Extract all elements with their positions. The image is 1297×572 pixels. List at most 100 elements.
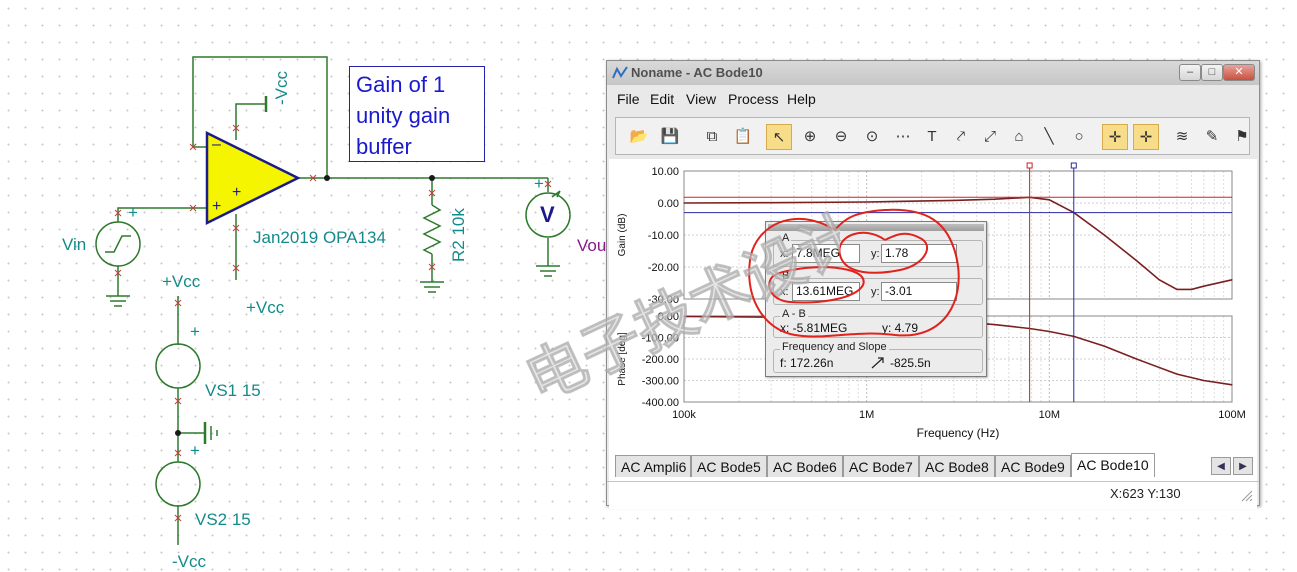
probe-icon: ✎ (1205, 128, 1219, 145)
marker-icon: ⤤ (956, 128, 966, 145)
text-icon-button[interactable]: T (919, 124, 945, 150)
opamp-plus-sign: + (212, 198, 222, 215)
gain-data-point (1103, 234, 1105, 236)
save-icon-button[interactable]: 💾 (657, 124, 683, 150)
cursor-b-icon: ✛ (1139, 129, 1153, 146)
phase-y-tick-label: -100.00 (642, 333, 679, 345)
tab-ac-bode6[interactable]: AC Bode6 (767, 455, 843, 477)
opamp-label: Jan2019 OPA134 (253, 228, 386, 247)
phase-y-tick-label: -300.00 (642, 376, 679, 388)
open-folder-icon-button[interactable]: 📂 (626, 124, 652, 150)
gain-note-line3: buffer (356, 134, 412, 159)
source-label: Vin (62, 235, 87, 254)
pointer-icon: ↖ (772, 129, 786, 146)
menu-file[interactable]: File (617, 91, 640, 107)
paste-icon-button[interactable]: 📋 (730, 124, 756, 150)
tab-ac-ampli6[interactable]: AC Ampli6 (615, 455, 691, 477)
opamp-supply-plus-sign: + (232, 184, 242, 201)
gain-data-point (1135, 260, 1138, 262)
tab-ac-bode5[interactable]: AC Bode5 (691, 455, 767, 477)
resize-grip-icon[interactable] (1241, 490, 1253, 502)
vs1-plus-sign: + (190, 322, 200, 341)
phase-y-tick-label: -200.00 (642, 354, 679, 366)
title-bar[interactable]: Noname - AC Bode10 – □ ✕ (607, 61, 1259, 85)
opamp-minus-sign: – (212, 136, 221, 153)
circle-icon-button[interactable]: ○ (1066, 124, 1092, 150)
gain-data-point (1048, 199, 1050, 201)
cursor-a-handle[interactable] (1026, 162, 1033, 169)
probe-icon-button[interactable]: ✎ (1199, 124, 1225, 150)
minimize-button[interactable]: – (1179, 64, 1201, 81)
grid-icon-button[interactable]: ⋯ (890, 124, 916, 150)
close-button[interactable]: ✕ (1223, 64, 1255, 81)
curves-icon-button[interactable]: ≋ (1169, 124, 1195, 150)
gain-data-point (683, 202, 685, 204)
label-icon-button[interactable]: ⌂ (1006, 124, 1032, 150)
gain-data-point (1203, 285, 1205, 287)
gain-data-point (1190, 288, 1193, 290)
tab-ac-bode10[interactable]: AC Bode10 (1071, 453, 1155, 477)
marker-slope-icon-button[interactable]: ⤢ (977, 124, 1003, 150)
scroll-left-button[interactable]: ◀ (1211, 457, 1231, 475)
marker-slope-icon: ⤢ (983, 128, 996, 145)
menu-help[interactable]: Help (787, 91, 816, 107)
phase-data-point (1048, 330, 1050, 333)
zoom-in-icon-button[interactable]: ⊕ (797, 124, 823, 150)
meter-label: Vout (577, 236, 606, 255)
flag-icon-button[interactable]: ⚑ (1229, 124, 1255, 150)
phase-data-point (1103, 345, 1105, 347)
gain-data-point (1158, 279, 1160, 281)
line-icon-button[interactable]: ╲ (1036, 124, 1062, 150)
gain-data-point (1231, 279, 1233, 281)
tab-ac-bode7[interactable]: AC Bode7 (843, 455, 919, 477)
gain-data-point (1176, 288, 1178, 290)
tab-ac-bode8[interactable]: AC Bode8 (919, 455, 995, 477)
menu-bar: File Edit View Process Help (607, 87, 1259, 109)
phase-y-axis-label: Phase [deg] (617, 332, 628, 386)
cursor-b-icon-button[interactable]: ✛ (1133, 124, 1159, 150)
opamp-vcc-label: +Vcc (246, 298, 285, 317)
status-bar: X:623 Y:130 (607, 481, 1259, 506)
slope-value: -825.5n (890, 356, 931, 370)
curves-icon: ≋ (1175, 128, 1189, 145)
x-tick-label: 100M (1218, 409, 1246, 421)
x-tick-label: 1M (859, 409, 874, 421)
copy-icon-button[interactable]: ⧉ (699, 124, 725, 150)
source-plus-sign: + (128, 203, 138, 222)
vs1-top-label: +Vcc (162, 272, 201, 291)
resistor-label: R2 10k (449, 208, 468, 262)
menu-view[interactable]: View (686, 91, 716, 107)
tab-ac-bode9[interactable]: AC Bode9 (995, 455, 1071, 477)
phase-data-point (683, 315, 685, 318)
gain-note-box: Gain of 1 unity gain buffer (349, 66, 485, 162)
vs2-label: VS2 15 (195, 510, 251, 529)
slope-arrow-icon (871, 357, 884, 369)
phase-y-tick-label: 0.00 (658, 311, 679, 323)
cursor-a-icon: ✛ (1108, 129, 1122, 146)
phase-data-point (993, 324, 995, 326)
maximize-button[interactable]: □ (1201, 64, 1223, 81)
gain-note-line2: unity gain (356, 103, 451, 128)
grid-icon: ⋯ (895, 128, 911, 145)
phase-data-point (1203, 379, 1205, 382)
x-axis-label: Frequency (Hz) (917, 426, 1000, 440)
cursor-b-handle[interactable] (1070, 162, 1077, 169)
gain-note-line1: Gain of 1 (356, 72, 446, 97)
zoom-out-icon-button[interactable]: ⊖ (828, 124, 854, 150)
schematic-wires (95, 56, 571, 545)
gain-y-tick-label: -20.00 (648, 262, 679, 274)
cursor-a-icon-button[interactable]: ✛ (1102, 124, 1128, 150)
menu-edit[interactable]: Edit (650, 91, 674, 107)
zoom-out-icon: ⊖ (834, 128, 848, 145)
app-icon (612, 66, 628, 79)
pointer-icon-button[interactable]: ↖ (766, 124, 792, 150)
zoom-100-icon-button[interactable]: ⊙ (859, 124, 885, 150)
gain-y-axis-label: Gain (dB) (617, 214, 628, 257)
save-icon: 💾 (660, 128, 680, 145)
scroll-right-button[interactable]: ▶ (1233, 457, 1253, 475)
vs2-plus-sign: + (190, 441, 200, 460)
menu-process[interactable]: Process (728, 91, 779, 107)
meter-plus-sign: + (534, 174, 544, 193)
marker-icon-button[interactable]: ⤤ (948, 124, 974, 150)
text-icon: T (927, 128, 937, 145)
